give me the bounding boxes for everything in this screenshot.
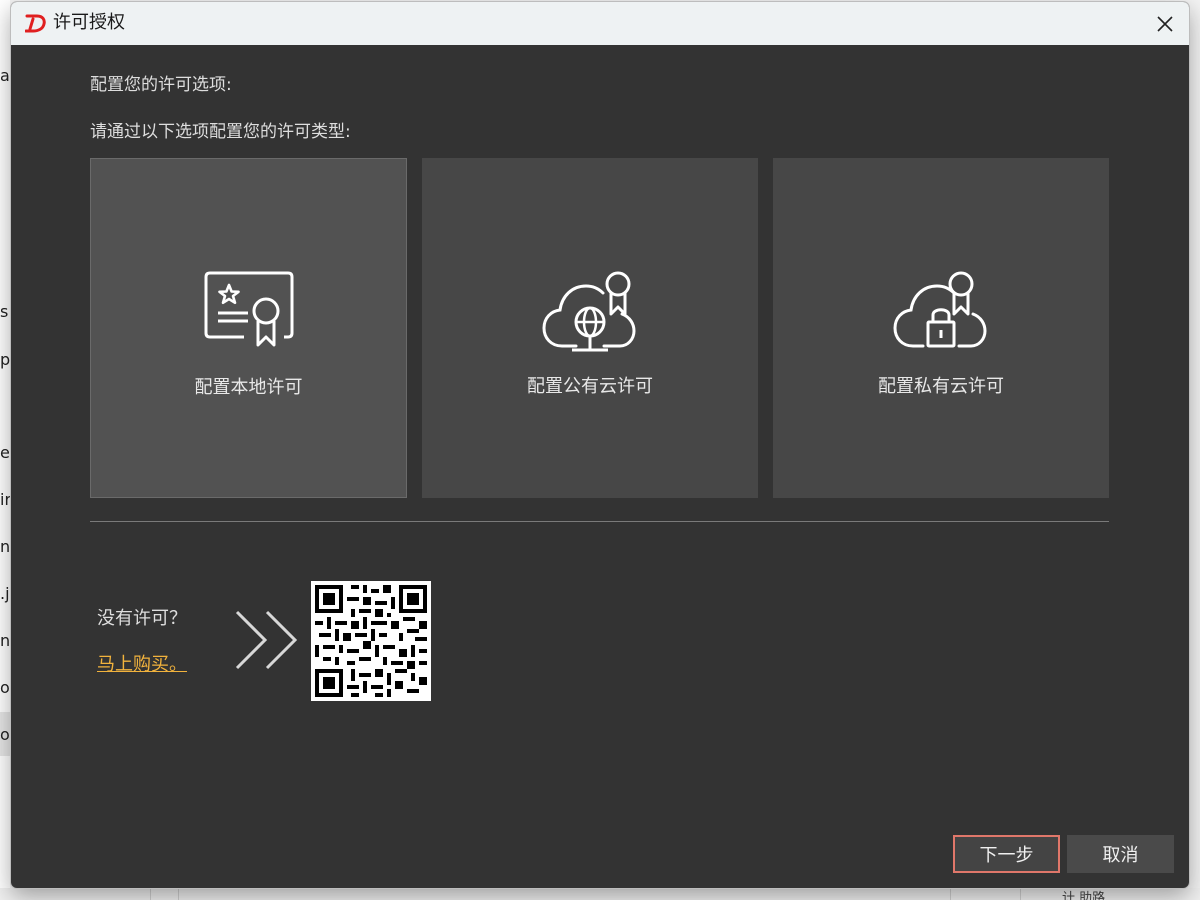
background-text-fragment: es — [0, 443, 10, 462]
option-label: 配置本地许可 — [194, 377, 303, 398]
dialog-title: 许可授权 — [53, 12, 125, 33]
background-text-fragment: .j — [0, 584, 10, 603]
cloud-globe-award-icon — [542, 271, 636, 352]
background-status-text: 计 助路 — [1062, 891, 1106, 900]
option-private-cloud-license[interactable]: 配置私有云许可 — [773, 158, 1109, 498]
certificate-icon — [204, 271, 293, 347]
buy-now-link[interactable]: 马上购买。 — [97, 650, 187, 676]
background-text-fragment: ir — [0, 490, 10, 509]
qr-code-icon — [311, 581, 431, 701]
option-label: 配置公有云许可 — [527, 376, 653, 397]
background-text-fragment: at — [0, 66, 10, 85]
background-status-bar — [0, 888, 1200, 900]
cancel-button[interactable]: 取消 — [1067, 835, 1174, 873]
background-text-fragment: nt — [0, 631, 10, 650]
background-text-fragment: nl — [0, 537, 10, 556]
double-chevron-right-icon — [235, 610, 298, 670]
options-instruction: 请通过以下选项配置您的许可类型: — [90, 122, 351, 142]
cloud-lock-award-icon — [893, 271, 987, 348]
background-text-fragment: op — [0, 725, 10, 744]
option-local-license[interactable]: 配置本地许可 — [90, 158, 407, 498]
section-divider — [90, 521, 1109, 522]
background-text-fragment: s — [0, 302, 9, 321]
options-heading: 配置您的许可选项: — [90, 75, 232, 95]
option-label: 配置私有云许可 — [878, 376, 1004, 397]
close-button[interactable] — [1141, 2, 1189, 45]
option-public-cloud-license[interactable]: 配置公有云许可 — [422, 158, 758, 498]
title-bar: 许可授权 — [11, 2, 1189, 45]
d-logo-icon — [25, 14, 46, 33]
license-dialog: 许可授权 配置您的许可选项: 请通过以下选项配置您的许可类型: 配置本地许可 配… — [11, 2, 1189, 888]
next-button[interactable]: 下一步 — [953, 835, 1060, 873]
close-icon — [1157, 15, 1173, 32]
no-license-prompt: 没有许可？ — [97, 608, 187, 629]
background-text-fragment: p — [0, 350, 10, 369]
background-text-fragment: oa — [0, 678, 10, 697]
